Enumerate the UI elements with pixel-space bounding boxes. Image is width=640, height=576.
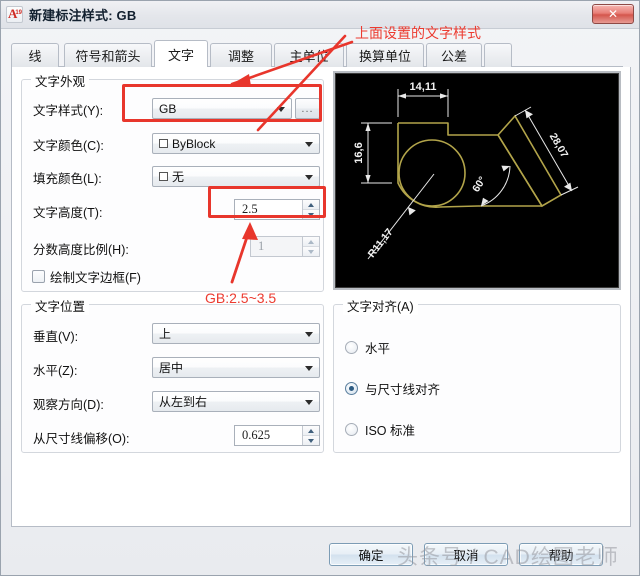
text-style-value: GB: [159, 101, 177, 116]
tab-filler: [484, 43, 512, 67]
fill-color-combobox[interactable]: 无: [152, 166, 320, 187]
spin-down-icon[interactable]: [303, 435, 319, 445]
draw-text-frame-label: 绘制文字边框(F): [50, 271, 141, 285]
spin-up-icon: [303, 237, 319, 246]
preview-dim-left: 16,6: [353, 142, 365, 163]
chevron-down-icon: [305, 331, 313, 337]
group-text-alignment-legend: 文字对齐(A): [343, 296, 418, 315]
chevron-down-icon: [305, 174, 313, 180]
preview-dim-diagonal: 28,07: [547, 131, 571, 160]
vertical-combobox[interactable]: 上: [152, 323, 320, 344]
fill-color-value: 无: [153, 168, 184, 185]
tab-fit[interactable]: 调整: [210, 43, 272, 67]
preview-dim-angle: 60°: [470, 174, 489, 194]
text-color-value: ByBlock: [153, 137, 215, 151]
label-offset-from-dimline: 从尺寸线偏移(O):: [33, 432, 130, 446]
view-direction-value: 从左到右: [159, 395, 208, 409]
chevron-down-icon: [305, 399, 313, 405]
radio-icon: [345, 423, 358, 436]
label-text-style: 文字样式(Y):: [33, 104, 104, 118]
view-direction-combobox[interactable]: 从左到右: [152, 391, 320, 412]
text-style-browse-button[interactable]: ...: [295, 98, 320, 119]
text-color-label: ByBlock: [172, 136, 216, 151]
text-height-spin-buttons[interactable]: [302, 200, 319, 219]
ok-button[interactable]: 确定: [329, 543, 413, 566]
radio-iso-label: ISO 标准: [365, 424, 416, 438]
tab-symbols-arrows[interactable]: 符号和箭头: [64, 43, 152, 67]
label-vertical: 垂直(V):: [33, 330, 79, 344]
horizontal-combobox[interactable]: 居中: [152, 357, 320, 378]
radio-horizontal[interactable]: 水平: [345, 338, 390, 357]
offset-spin-buttons[interactable]: [302, 426, 319, 445]
color-swatch-icon: [159, 139, 168, 148]
help-button[interactable]: 帮助: [519, 543, 603, 566]
spin-up-icon[interactable]: [303, 200, 319, 209]
tab-line[interactable]: 线: [11, 43, 59, 67]
preview-drawing: 14,11 16,6 R11,17 60° 28,07: [353, 81, 579, 260]
label-text-color: 文字颜色(C):: [33, 139, 104, 153]
group-text-placement-legend: 文字位置: [31, 296, 90, 315]
chevron-down-icon: [305, 365, 313, 371]
preview-hole: [398, 139, 466, 207]
fraction-height-spin-buttons: [302, 237, 319, 256]
tab-alternate-units[interactable]: 换算单位: [346, 43, 424, 67]
fraction-height-value: 1: [258, 239, 265, 253]
horizontal-value: 居中: [159, 361, 184, 375]
text-color-combobox[interactable]: ByBlock: [152, 133, 320, 154]
offset-from-dimline-value: 0.625: [242, 428, 271, 442]
spin-up-icon[interactable]: [303, 426, 319, 435]
text-height-value: 2.5: [242, 202, 258, 216]
window-title: 新建标注样式: GB: [29, 8, 137, 23]
cancel-button[interactable]: 取消: [424, 543, 508, 566]
radio-icon: [345, 341, 358, 354]
radio-aligned-label: 与尺寸线对齐: [365, 383, 441, 397]
autocad-app-icon: A 19: [6, 6, 23, 23]
offset-from-dimline-stepper[interactable]: 0.625: [234, 425, 320, 446]
dialog-window: A 19 新建标注样式: GB ✕ 线 符号和箭头 文字 调整 主单位 换算单位…: [0, 0, 640, 576]
tab-strip: 线 符号和箭头 文字 调整 主单位 换算单位 公差: [11, 40, 631, 67]
text-style-combobox[interactable]: GB: [152, 98, 292, 119]
tab-text[interactable]: 文字: [154, 40, 208, 67]
checkbox-icon: [32, 270, 45, 283]
radio-aligned-with-dimension-line[interactable]: 与尺寸线对齐: [345, 379, 440, 398]
spin-down-icon: [303, 246, 319, 256]
vertical-value: 上: [159, 327, 172, 341]
title-bar: A 19 新建标注样式: GB ✕: [1, 1, 639, 29]
chevron-down-icon: [305, 141, 313, 147]
preview-dim-radius: R11,17: [366, 226, 396, 260]
tab-primary-units[interactable]: 主单位: [274, 43, 344, 67]
radio-horizontal-label: 水平: [365, 342, 391, 356]
label-fraction-height-scale: 分数高度比例(H):: [33, 243, 129, 257]
text-height-stepper[interactable]: 2.5: [234, 199, 320, 220]
radio-icon: [345, 382, 358, 395]
tab-tolerances[interactable]: 公差: [426, 43, 482, 67]
group-text-appearance-legend: 文字外观: [31, 71, 90, 90]
tab-content-text: 文字外观 文字样式(Y): GB ... 文字颜色(C): ByBlock 填充…: [11, 67, 631, 527]
label-horizontal: 水平(Z):: [33, 364, 78, 378]
radio-iso-standard[interactable]: ISO 标准: [345, 420, 415, 439]
fill-color-label: 无: [172, 170, 185, 184]
app-icon-version: 19: [15, 10, 22, 16]
fraction-height-stepper: 1: [250, 236, 320, 257]
chevron-down-icon: [277, 106, 285, 112]
label-view-direction: 观察方向(D):: [33, 398, 104, 412]
color-swatch-icon: [159, 172, 168, 181]
close-button[interactable]: ✕: [592, 4, 634, 24]
preview-dim-top: 14,11: [410, 81, 437, 93]
dimension-preview: 14,11 16,6 R11,17 60° 28,07: [333, 71, 621, 290]
label-text-height: 文字高度(T):: [33, 206, 103, 220]
draw-text-frame-checkbox[interactable]: 绘制文字边框(F): [32, 267, 141, 286]
label-fill-color: 填充颜色(L):: [33, 172, 102, 186]
spin-down-icon[interactable]: [303, 209, 319, 219]
